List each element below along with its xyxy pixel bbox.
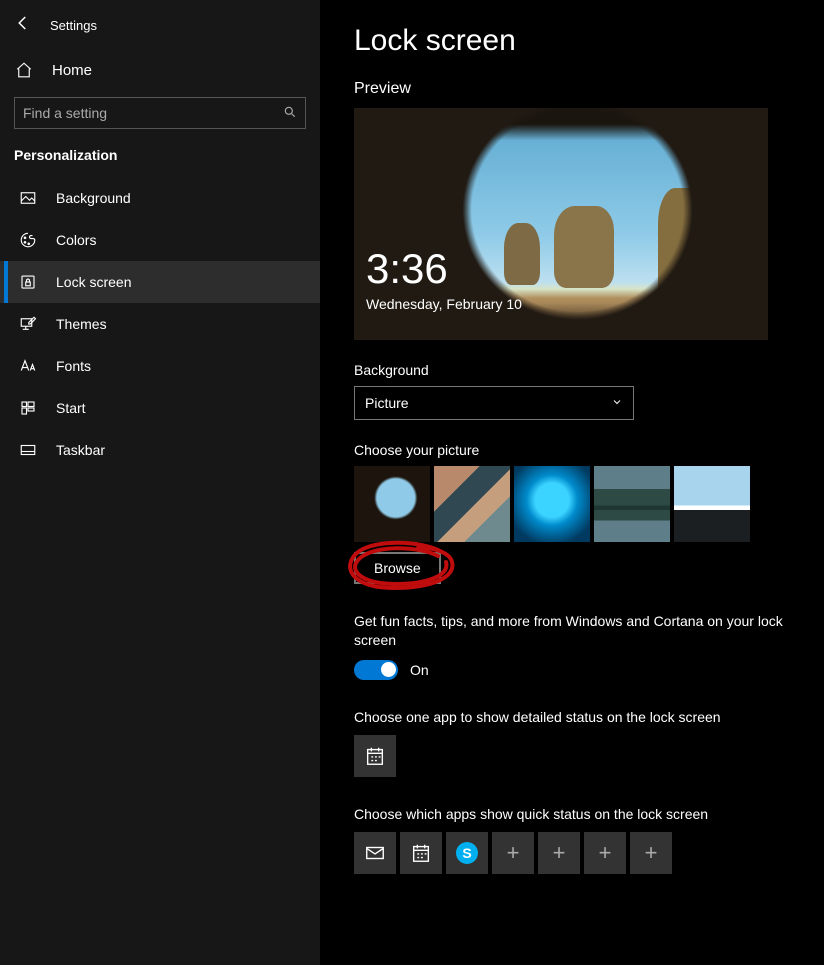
picture-icon	[18, 189, 38, 207]
nav-start[interactable]: Start	[0, 387, 320, 429]
picture-thumb[interactable]	[594, 466, 670, 542]
nav-label: Taskbar	[56, 442, 105, 458]
plus-icon: +	[645, 840, 658, 866]
nav-lock-screen[interactable]: Lock screen	[0, 261, 320, 303]
skype-icon: S	[456, 842, 478, 864]
plus-icon: +	[599, 840, 612, 866]
background-label: Background	[354, 362, 790, 378]
nav-themes[interactable]: Themes	[0, 303, 320, 345]
palette-icon	[18, 231, 38, 249]
page-title: Lock screen	[354, 24, 790, 58]
nav-fonts[interactable]: Fonts	[0, 345, 320, 387]
fun-facts-text: Get fun facts, tips, and more from Windo…	[354, 612, 790, 650]
lockscreen-preview: 3:36 Wednesday, February 10	[354, 108, 768, 340]
sidebar: Settings Home Personalization Backgro	[0, 0, 320, 965]
home-icon	[14, 61, 34, 79]
plus-icon: +	[553, 840, 566, 866]
detailed-status-app[interactable]	[354, 735, 396, 777]
quick-status-app-empty[interactable]: +	[538, 832, 580, 874]
nav-label: Background	[56, 190, 131, 206]
fun-facts-toggle[interactable]	[354, 660, 398, 680]
picture-thumb[interactable]	[434, 466, 510, 542]
calendar-icon	[410, 842, 432, 864]
background-value: Picture	[365, 395, 409, 411]
picture-thumb[interactable]	[354, 466, 430, 542]
home-nav[interactable]: Home	[0, 49, 320, 91]
search-icon	[283, 105, 297, 122]
nav-label: Start	[56, 400, 86, 416]
quick-status-app-skype[interactable]: S	[446, 832, 488, 874]
section-header: Personalization	[0, 147, 320, 177]
quick-status-app-calendar[interactable]	[400, 832, 442, 874]
nav-taskbar[interactable]: Taskbar	[0, 429, 320, 471]
picture-thumbnails	[354, 466, 790, 542]
fonts-icon	[18, 357, 38, 375]
picture-thumb[interactable]	[514, 466, 590, 542]
quick-status-app-empty[interactable]: +	[630, 832, 672, 874]
browse-button[interactable]: Browse	[354, 552, 441, 584]
nav-list: Background Colors Lock screen Themes	[0, 177, 320, 471]
background-dropdown[interactable]: Picture	[354, 386, 634, 420]
quick-status-app-empty[interactable]: +	[584, 832, 626, 874]
taskbar-icon	[18, 441, 38, 459]
back-icon[interactable]	[14, 14, 32, 37]
detailed-status-label: Choose one app to show detailed status o…	[354, 708, 790, 727]
chevron-down-icon	[611, 395, 623, 411]
mail-icon	[364, 842, 386, 864]
nav-label: Themes	[56, 316, 107, 332]
nav-colors[interactable]: Colors	[0, 219, 320, 261]
nav-label: Colors	[56, 232, 96, 248]
content-pane: Lock screen Preview 3:36 Wednesday, Febr…	[320, 0, 824, 965]
nav-label: Fonts	[56, 358, 91, 374]
quick-status-label: Choose which apps show quick status on t…	[354, 805, 790, 824]
themes-icon	[18, 315, 38, 333]
app-title: Settings	[50, 18, 97, 33]
calendar-icon	[364, 745, 386, 767]
home-label: Home	[52, 62, 92, 79]
preview-time: 3:36	[366, 248, 522, 290]
quick-status-app-empty[interactable]: +	[492, 832, 534, 874]
choose-picture-label: Choose your picture	[354, 442, 790, 458]
search-input-wrap[interactable]	[14, 97, 306, 129]
picture-thumb[interactable]	[674, 466, 750, 542]
lockscreen-icon	[18, 273, 38, 291]
plus-icon: +	[507, 840, 520, 866]
search-input[interactable]	[23, 105, 283, 121]
nav-background[interactable]: Background	[0, 177, 320, 219]
start-icon	[18, 399, 38, 417]
preview-label: Preview	[354, 80, 790, 98]
nav-label: Lock screen	[56, 274, 131, 290]
quick-status-app-mail[interactable]	[354, 832, 396, 874]
fun-facts-state: On	[410, 662, 429, 678]
preview-date: Wednesday, February 10	[366, 296, 522, 312]
